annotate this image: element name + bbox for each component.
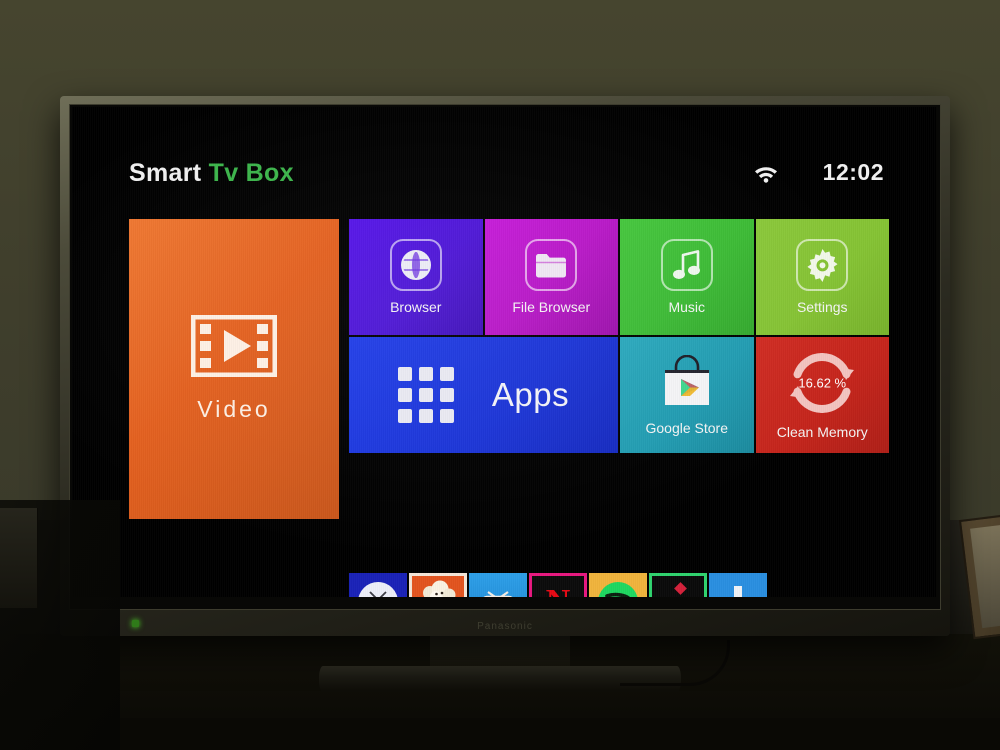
dock-item-tv-play[interactable] [469, 573, 527, 597]
folder-icon [525, 239, 578, 291]
app-dock: N sp [349, 573, 767, 597]
tile-clean-memory-label: Clean Memory [776, 424, 868, 440]
tile-file-browser[interactable]: File Browser [484, 219, 618, 335]
tile-grid-row-1: Browser File Browser Music Settings [349, 219, 889, 335]
picture-frame-photo [970, 523, 1000, 629]
dock-item-sp[interactable]: sp [649, 573, 707, 597]
television: Smart Tv Box 12:02 Video Browser File Br… [60, 96, 950, 636]
tile-grid: Browser File Browser Music Settings Apps… [349, 219, 889, 455]
app-title-primary: Smart [129, 159, 202, 187]
tile-google-store[interactable]: Google Store [620, 337, 754, 453]
popcorn-icon [423, 580, 456, 597]
tile-apps[interactable]: Apps [349, 337, 618, 453]
tile-google-store-label: Google Store [645, 419, 729, 436]
tile-video-label: Video [197, 396, 271, 422]
app-title-secondary: Tv Box [208, 159, 294, 187]
tile-grid-row-2: Apps Google Store 16.62 % Clean Memory [349, 337, 889, 453]
dock-item-popcorn-time[interactable] [409, 573, 467, 597]
grid-3x3-icon [397, 367, 454, 423]
sp-logo: sp [666, 581, 690, 597]
tv-play-icon [483, 591, 513, 597]
dock-item-spotify[interactable] [589, 573, 647, 597]
film-play-icon [190, 314, 278, 382]
tile-music-label: Music [668, 299, 706, 315]
dock-item-netflix[interactable]: N [529, 573, 587, 597]
tile-browser[interactable]: Browser [349, 219, 483, 335]
tile-browser-label: Browser [390, 299, 442, 315]
globe-icon [389, 239, 442, 291]
room-scene: Smart Tv Box 12:02 Video Browser File Br… [0, 0, 1000, 750]
wifi-icon [753, 163, 779, 183]
gear-icon [796, 239, 849, 291]
tile-file-browser-label: File Browser [512, 299, 591, 315]
status-bar: Smart Tv Box 12:02 [72, 159, 936, 205]
floor [0, 718, 1000, 750]
power-led-indicator [132, 620, 139, 627]
tv-in-box-icon [358, 582, 398, 597]
status-area: 12:02 [753, 159, 884, 186]
tile-clean-memory[interactable]: 16.62 % Clean Memory [755, 337, 889, 453]
shopping-bag-play-icon [659, 354, 715, 412]
refresh-circle-icon: 16.62 % [788, 350, 856, 416]
dock-item-tv-in-box[interactable] [349, 573, 407, 597]
clock: 12:02 [822, 159, 884, 185]
page-title: Smart Tv Box [129, 159, 294, 188]
clean-memory-value: 16.62 % [798, 375, 847, 391]
spotify-icon [598, 582, 638, 597]
tv-screen[interactable]: Smart Tv Box 12:02 Video Browser File Br… [72, 107, 936, 597]
plus-icon [734, 586, 742, 597]
tile-settings[interactable]: Settings [755, 219, 889, 335]
tile-settings-label: Settings [796, 299, 848, 315]
tile-apps-label: Apps [491, 376, 570, 413]
tv-brand-logo: Panasonic [477, 621, 533, 632]
tile-video[interactable]: Video [129, 219, 339, 519]
dock-item-add-app[interactable] [709, 573, 767, 597]
tile-music[interactable]: Music [620, 219, 754, 335]
netflix-logo: N [546, 585, 571, 598]
sp-dot-icon [673, 581, 687, 595]
music-note-icon [660, 239, 713, 291]
speaker-box [0, 508, 38, 608]
tv-bezel: Smart Tv Box 12:02 Video Browser File Br… [60, 96, 950, 636]
